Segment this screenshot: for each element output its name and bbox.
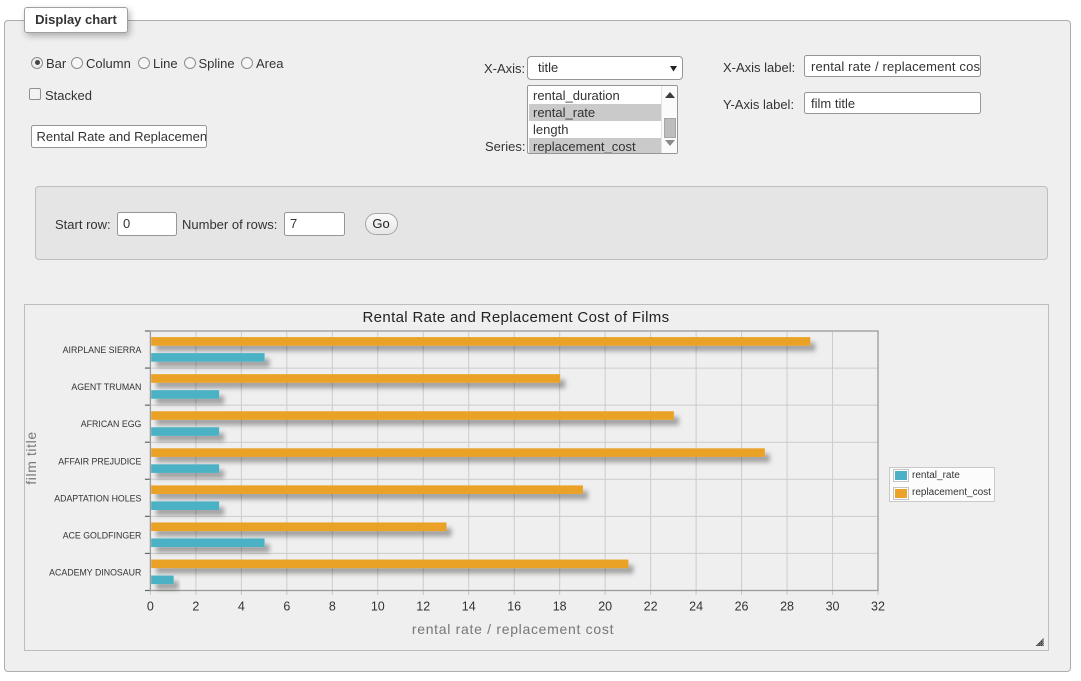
svg-text:32: 32	[871, 600, 885, 614]
svg-text:AIRPLANE SIERRA: AIRPLANE SIERRA	[63, 345, 142, 355]
svg-text:2: 2	[192, 600, 199, 614]
svg-text:0: 0	[147, 600, 154, 614]
svg-text:10: 10	[371, 600, 385, 614]
svg-text:12: 12	[416, 600, 430, 614]
svg-text:26: 26	[735, 600, 749, 614]
svg-text:AGENT TRUMAN: AGENT TRUMAN	[71, 382, 141, 392]
svg-text:film title: film title	[24, 431, 39, 484]
svg-text:24: 24	[689, 600, 703, 614]
svg-text:16: 16	[507, 600, 521, 614]
svg-text:4: 4	[238, 600, 245, 614]
svg-text:AFFAIR PREJUDICE: AFFAIR PREJUDICE	[58, 456, 141, 466]
svg-text:ADAPTATION HOLES: ADAPTATION HOLES	[54, 493, 141, 503]
svg-text:Rental Rate and Replacement Co: Rental Rate and Replacement Cost of Film…	[363, 309, 670, 326]
svg-text:18: 18	[553, 600, 567, 614]
svg-text:14: 14	[462, 600, 476, 614]
svg-text:AFRICAN EGG: AFRICAN EGG	[81, 419, 142, 429]
svg-text:20: 20	[598, 600, 612, 614]
svg-text:ACADEMY DINOSAUR: ACADEMY DINOSAUR	[49, 567, 141, 577]
svg-text:8: 8	[329, 600, 336, 614]
svg-text:rental rate / replacement cost: rental rate / replacement cost	[412, 621, 614, 637]
svg-text:28: 28	[780, 600, 794, 614]
svg-text:30: 30	[826, 600, 840, 614]
svg-text:22: 22	[644, 600, 658, 614]
svg-text:6: 6	[283, 600, 290, 614]
svg-text:ACE GOLDFINGER: ACE GOLDFINGER	[63, 530, 142, 540]
